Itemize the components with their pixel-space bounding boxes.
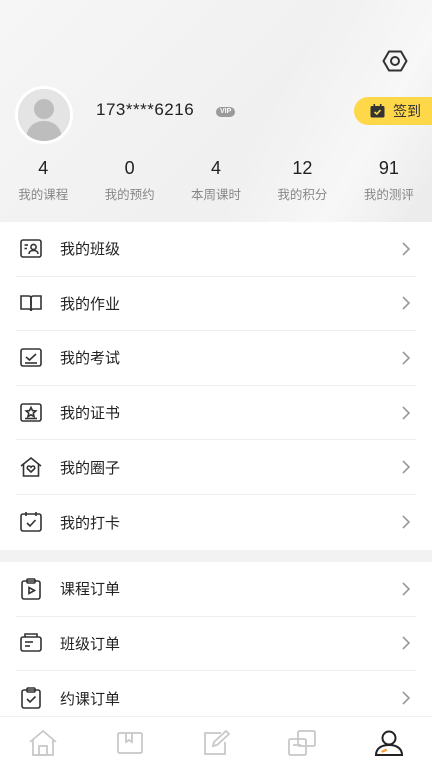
tab-practice[interactable] bbox=[173, 717, 259, 768]
orders-menu: 课程订单 班级订单 约课订单 bbox=[0, 562, 432, 726]
menu-item-class-orders[interactable]: 班级订单 bbox=[16, 617, 416, 672]
home-icon bbox=[29, 729, 57, 756]
user-phone: 173****6216 bbox=[96, 100, 195, 119]
chevron-right-icon bbox=[402, 691, 411, 706]
exam-icon bbox=[18, 345, 44, 371]
stat-my-points[interactable]: 12 我的积分 bbox=[259, 158, 345, 203]
chevron-right-icon bbox=[402, 242, 411, 256]
stat-value: 4 bbox=[211, 158, 222, 178]
default-avatar-icon bbox=[18, 89, 70, 141]
stat-label: 我的测评 bbox=[363, 187, 414, 202]
tab-courses[interactable] bbox=[86, 717, 172, 768]
stats-bar: 4 我的课程 0 我的预约 4 本周课时 12 我的积分 91 我的测评 bbox=[0, 158, 432, 203]
chevron-right-icon bbox=[402, 296, 411, 310]
stat-value: 4 bbox=[38, 158, 49, 178]
class-icon bbox=[18, 236, 44, 262]
chevron-right-icon bbox=[402, 406, 411, 420]
stat-label: 我的预约 bbox=[104, 187, 155, 202]
avatar[interactable] bbox=[15, 86, 73, 144]
menu-item-label: 我的考试 bbox=[60, 349, 121, 368]
checkin-button[interactable]: 签到 bbox=[354, 97, 432, 125]
circle-icon bbox=[18, 454, 44, 480]
menu-item-label: 班级订单 bbox=[60, 634, 121, 653]
course-order-icon bbox=[18, 576, 44, 602]
profile-icon bbox=[374, 730, 403, 756]
class-order-icon bbox=[18, 630, 44, 656]
primary-menu: 我的班级 我的作业 我的考试 我的证书 我的圈子 我的打卡 bbox=[0, 222, 432, 550]
menu-item-label: 我的证书 bbox=[60, 404, 121, 423]
tab-profile[interactable] bbox=[346, 717, 432, 768]
menu-item-my-circle[interactable]: 我的圈子 bbox=[16, 440, 416, 495]
menu-item-label: 我的班级 bbox=[60, 240, 121, 259]
stat-value: 0 bbox=[124, 158, 135, 178]
menu-item-label: 我的作业 bbox=[60, 294, 121, 313]
checkin-calendar-icon bbox=[18, 509, 44, 535]
checkin-icon bbox=[370, 104, 385, 118]
checkin-label: 签到 bbox=[393, 104, 421, 120]
settings-icon bbox=[382, 50, 408, 72]
menu-item-label: 课程订单 bbox=[60, 580, 121, 599]
chevron-right-icon bbox=[402, 460, 411, 474]
stat-weekly-hours[interactable]: 4 本周课时 bbox=[173, 158, 259, 203]
stat-my-bookings[interactable]: 0 我的预约 bbox=[86, 158, 172, 203]
chevron-right-icon bbox=[402, 582, 411, 596]
bottom-tab-bar bbox=[0, 716, 432, 768]
menu-item-my-certificate[interactable]: 我的证书 bbox=[16, 386, 416, 441]
chevron-right-icon bbox=[402, 515, 411, 529]
vip-badge: VIP bbox=[216, 107, 236, 117]
stat-value: 91 bbox=[378, 158, 399, 178]
stat-label: 我的课程 bbox=[18, 187, 69, 202]
homework-icon bbox=[18, 290, 44, 316]
settings-button[interactable] bbox=[380, 46, 410, 76]
courses-icon bbox=[116, 731, 143, 754]
stat-label: 我的积分 bbox=[277, 187, 328, 202]
menu-item-my-class[interactable]: 我的班级 bbox=[16, 222, 416, 277]
menu-item-course-orders[interactable]: 课程订单 bbox=[16, 562, 416, 617]
edit-icon bbox=[204, 729, 231, 755]
menu-item-label: 我的圈子 bbox=[60, 458, 121, 477]
menu-item-my-homework[interactable]: 我的作业 bbox=[16, 277, 416, 332]
stat-my-courses[interactable]: 4 我的课程 bbox=[0, 158, 86, 203]
section-divider bbox=[0, 550, 432, 562]
switch-icon bbox=[288, 729, 317, 756]
tab-community[interactable] bbox=[259, 717, 345, 768]
booking-order-icon bbox=[18, 685, 44, 711]
tab-home[interactable] bbox=[0, 717, 86, 768]
certificate-icon bbox=[18, 400, 44, 426]
stat-value: 12 bbox=[292, 158, 313, 178]
chevron-right-icon bbox=[402, 351, 411, 365]
menu-item-my-exam[interactable]: 我的考试 bbox=[16, 331, 416, 386]
menu-item-my-checkin[interactable]: 我的打卡 bbox=[16, 495, 416, 550]
chevron-right-icon bbox=[402, 636, 411, 650]
menu-item-label: 我的打卡 bbox=[60, 513, 121, 532]
stat-label: 本周课时 bbox=[191, 187, 242, 202]
profile-header: 173****6216 VIP 签到 4 我的课程 0 我的预约 4 本周课时 … bbox=[0, 0, 432, 222]
menu-item-label: 约课订单 bbox=[60, 689, 121, 708]
stat-my-assessments[interactable]: 91 我的测评 bbox=[346, 158, 432, 203]
